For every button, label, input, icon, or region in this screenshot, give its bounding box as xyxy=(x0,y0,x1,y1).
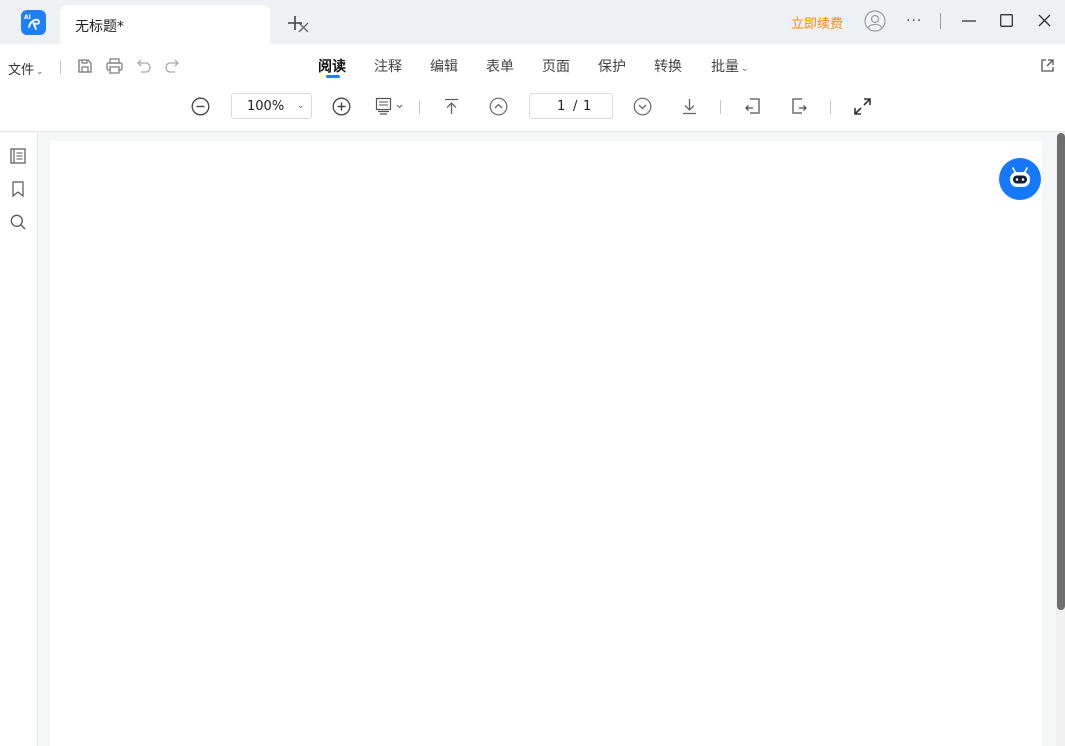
user-avatar-icon[interactable] xyxy=(864,10,886,32)
window-close-icon[interactable] xyxy=(1038,14,1051,27)
tab-read[interactable]: 阅读 xyxy=(318,56,346,76)
toolbar-divider xyxy=(60,60,61,74)
zoom-value: 100% xyxy=(247,99,285,114)
svg-text:AI: AI xyxy=(24,14,31,21)
chevron-down-icon: ⌄ xyxy=(297,101,305,111)
ai-assistant-icon[interactable] xyxy=(999,158,1041,200)
zoom-select[interactable]: 100% ⌄ xyxy=(231,93,312,119)
tab-protect[interactable]: 保护 xyxy=(598,56,626,76)
first-page-icon[interactable] xyxy=(443,98,460,115)
redo-icon[interactable] xyxy=(164,58,180,74)
more-options-button[interactable]: ··· xyxy=(906,13,922,29)
total-pages: 1 xyxy=(583,99,592,114)
page-separator: / xyxy=(573,99,578,114)
pdf-page[interactable] xyxy=(50,141,1042,746)
tab-convert[interactable]: 转换 xyxy=(654,56,682,76)
bookmark-icon[interactable] xyxy=(11,181,25,197)
file-menu-button[interactable]: 文件 ⌄ xyxy=(8,59,44,78)
tab-edit[interactable]: 编辑 xyxy=(430,56,458,76)
maximize-icon[interactable] xyxy=(1000,14,1013,27)
chevron-down-icon: ⌄ xyxy=(36,67,44,77)
left-sidebar xyxy=(0,133,38,746)
tab-form[interactable]: 表单 xyxy=(486,56,514,76)
search-icon[interactable] xyxy=(10,214,26,230)
save-icon[interactable] xyxy=(77,58,93,74)
toolbar-divider xyxy=(720,100,721,114)
rotate-left-icon[interactable] xyxy=(744,97,762,115)
fullscreen-icon[interactable] xyxy=(853,97,872,116)
ribbon-toolbar: 文件 ⌄ 阅读 注释 编辑 表单 页面 保护 转换 批量 ⌄ 100% ⌄ 1 … xyxy=(0,44,1065,132)
print-icon[interactable] xyxy=(106,58,123,74)
zoom-out-icon[interactable] xyxy=(191,97,210,116)
last-page-icon[interactable] xyxy=(681,98,698,115)
toolbar-divider xyxy=(419,100,420,114)
open-external-icon[interactable] xyxy=(1040,58,1055,73)
next-page-icon[interactable] xyxy=(633,97,652,116)
app-logo-icon[interactable]: AI xyxy=(21,10,46,35)
previous-page-icon[interactable] xyxy=(489,97,508,116)
scrollbar-thumb[interactable] xyxy=(1057,133,1065,610)
renew-link[interactable]: 立即续费 xyxy=(791,13,843,32)
outline-icon[interactable] xyxy=(10,148,26,164)
title-bar: AI 无标题* 立即续费 ··· xyxy=(0,0,1065,44)
document-tab[interactable]: 无标题* xyxy=(60,5,309,44)
document-viewport[interactable] xyxy=(38,133,1056,746)
rotate-right-icon[interactable] xyxy=(790,97,808,115)
tab-annotate[interactable]: 注释 xyxy=(374,56,402,76)
tab-page[interactable]: 页面 xyxy=(542,56,570,76)
page-mode-icon[interactable] xyxy=(375,97,407,116)
new-tab-icon[interactable] xyxy=(287,15,303,31)
active-tab-indicator xyxy=(326,75,340,78)
zoom-in-icon[interactable] xyxy=(332,97,351,116)
chevron-down-icon: ⌄ xyxy=(741,64,749,74)
tab-title: 无标题* xyxy=(75,19,124,35)
toolbar-divider xyxy=(830,100,831,114)
tab-batch[interactable]: 批量 ⌄ xyxy=(711,56,749,76)
page-number-input[interactable]: 1 / 1 xyxy=(529,93,613,119)
file-menu-label: 文件 xyxy=(8,63,35,78)
title-divider xyxy=(940,13,941,29)
undo-icon[interactable] xyxy=(136,58,152,74)
tab-batch-label: 批量 xyxy=(711,59,739,75)
current-page: 1 xyxy=(557,99,566,114)
minimize-icon[interactable] xyxy=(962,20,976,22)
